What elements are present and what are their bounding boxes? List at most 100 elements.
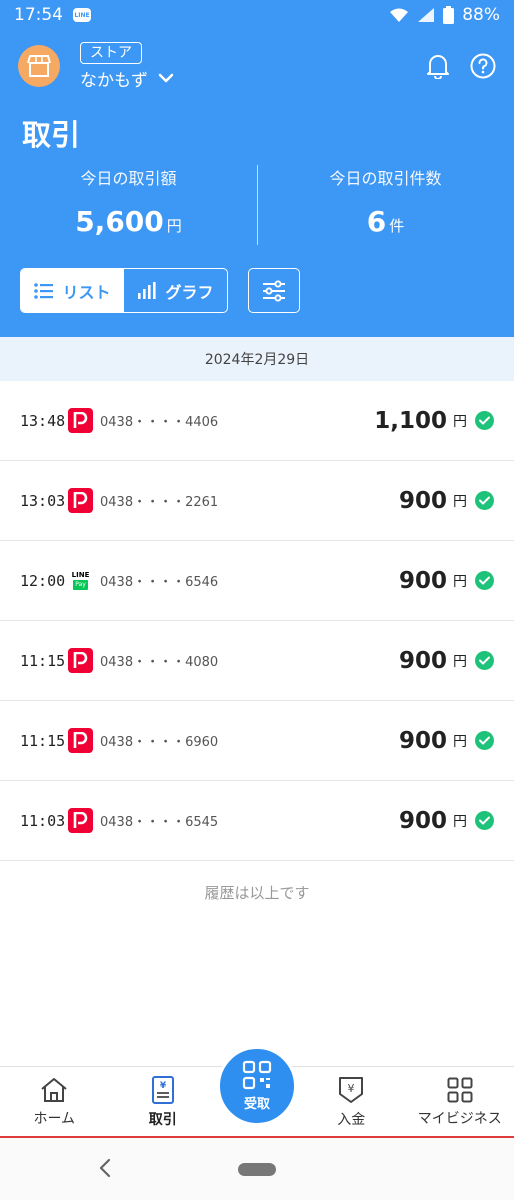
back-icon[interactable]	[98, 1158, 112, 1178]
transaction-row[interactable]: 13:03 0438・・・・2261 900 円	[0, 461, 514, 541]
linepay-label-bottom: Pay	[73, 580, 88, 590]
paypay-icon	[68, 728, 93, 753]
transaction-amount-unit: 円	[453, 813, 467, 830]
list-view-label: リスト	[62, 282, 111, 302]
signal-icon	[418, 8, 435, 22]
chevron-down-icon	[158, 73, 174, 83]
linepay-label-top: LINE	[71, 571, 90, 579]
home-icon	[41, 1078, 67, 1102]
transaction-row[interactable]: 11:15 0438・・・・6960 900 円	[0, 701, 514, 781]
stat-amount: 今日の取引額 5,600 円	[0, 165, 257, 247]
end-of-history: 履歴は以上です	[204, 884, 310, 902]
list-view-button[interactable]: リスト	[21, 269, 124, 312]
transaction-row[interactable]: 12:00 LINE Pay 0438・・・・6546 900 円	[0, 541, 514, 621]
svg-text:¥: ¥	[160, 1081, 167, 1091]
transaction-time: 12:00	[20, 571, 66, 590]
transaction-time: 13:48	[20, 411, 66, 430]
transaction-amount: 1,100 円	[374, 408, 494, 434]
filter-button[interactable]	[248, 268, 300, 313]
transaction-phone: 0438・・・・4080	[100, 655, 219, 670]
transaction-amount-value: 900	[398, 647, 447, 674]
transaction-time: 11:03	[20, 811, 66, 830]
transaction-amount-value: 900	[398, 567, 447, 594]
sliders-icon	[263, 279, 285, 302]
bar-chart-icon	[138, 281, 157, 299]
stat-amount-value: 5,600	[75, 205, 164, 238]
transaction-amount-value: 1,100	[374, 407, 447, 434]
transaction-time: 11:15	[20, 651, 66, 670]
battery-percent: 88%	[462, 5, 500, 25]
nav-home[interactable]: ホーム	[0, 1067, 109, 1138]
stat-amount-label: 今日の取引額	[80, 169, 177, 188]
receive-label: 受取	[243, 1097, 270, 1112]
svg-text:¥: ¥	[348, 1082, 355, 1095]
transaction-amount-unit: 円	[453, 653, 467, 670]
nav-transactions-label: 取引	[148, 1112, 177, 1128]
paypay-icon	[68, 408, 93, 433]
nav-transactions[interactable]: ¥ 取引	[109, 1067, 218, 1138]
store-avatar[interactable]	[18, 45, 60, 87]
transaction-phone: 0438・・・・6546	[100, 575, 219, 590]
transaction-amount: 900 円	[399, 648, 494, 674]
graph-view-button[interactable]: グラフ	[124, 269, 227, 312]
transaction-time: 13:03	[20, 491, 66, 510]
check-icon	[475, 411, 494, 430]
transaction-amount-value: 900	[398, 807, 447, 834]
transaction-amount-unit: 円	[453, 493, 467, 510]
transaction-amount: 900 円	[399, 728, 494, 754]
store-selector[interactable]: ストア なかもず	[80, 41, 174, 91]
graph-view-label: グラフ	[165, 282, 214, 302]
receipt-icon: ¥	[151, 1076, 174, 1104]
stat-count-label: 今日の取引件数	[329, 169, 442, 188]
stats-summary: 今日の取引額 5,600 円 今日の取引件数 6件	[0, 165, 514, 247]
home-pill[interactable]	[238, 1163, 276, 1176]
transaction-list: 13:48 0438・・・・4406 1,100 円 13:03 0438・・・…	[0, 381, 514, 861]
transaction-phone: 0438・・・・4406	[100, 415, 219, 430]
nav-deposit[interactable]: ¥ 入金	[297, 1067, 406, 1138]
transaction-amount-unit: 円	[453, 413, 467, 430]
check-icon	[475, 651, 494, 670]
paypay-icon	[68, 808, 93, 833]
status-time: 17:54	[14, 5, 63, 25]
help-icon[interactable]	[470, 53, 496, 79]
wifi-icon	[390, 8, 409, 22]
qr-code-icon	[242, 1060, 272, 1090]
check-icon	[475, 731, 494, 750]
transaction-amount: 900 円	[399, 808, 494, 834]
transaction-row[interactable]: 11:03 0438・・・・6545 900 円	[0, 781, 514, 861]
deposit-icon: ¥	[339, 1077, 364, 1103]
transaction-amount-unit: 円	[453, 733, 467, 750]
receive-button[interactable]: 受取	[217, 1046, 297, 1126]
paypay-icon	[68, 488, 93, 513]
transaction-row[interactable]: 13:48 0438・・・・4406 1,100 円	[0, 381, 514, 461]
status-bar: 17:54 LINE 88%	[0, 0, 514, 30]
nav-my-business[interactable]: マイビジネス	[406, 1067, 514, 1138]
paypay-icon	[68, 648, 93, 673]
nav-my-business-label: マイビジネス	[417, 1111, 502, 1127]
transaction-amount-value: 900	[398, 487, 447, 514]
battery-icon	[443, 6, 455, 24]
stat-count: 今日の取引件数 6件	[257, 165, 514, 247]
view-toggle: リスト グラフ	[20, 268, 228, 313]
nav-deposit-label: 入金	[337, 1112, 366, 1128]
transaction-phone: 0438・・・・6545	[100, 815, 219, 830]
stat-amount-unit: 円	[166, 217, 182, 235]
stat-count-value: 6	[366, 205, 387, 238]
page-title: 取引	[22, 118, 81, 152]
transaction-amount-unit: 円	[453, 573, 467, 590]
check-icon	[475, 571, 494, 590]
store-bar: ストア なかもず	[18, 36, 496, 96]
system-nav-bar	[0, 1138, 514, 1200]
bell-icon[interactable]	[426, 53, 450, 79]
linepay-icon: LINE Pay	[68, 568, 93, 593]
date-header: 2024年2月29日	[0, 337, 514, 381]
transaction-amount-value: 900	[398, 727, 447, 754]
grid-icon	[447, 1077, 473, 1103]
transaction-time: 11:15	[20, 731, 66, 750]
transaction-row[interactable]: 11:15 0438・・・・4080 900 円	[0, 621, 514, 701]
transaction-phone: 0438・・・・2261	[100, 495, 219, 510]
check-icon	[475, 811, 494, 830]
store-name: なかもず	[80, 70, 148, 91]
shop-icon	[27, 55, 51, 77]
transaction-amount: 900 円	[399, 568, 494, 594]
